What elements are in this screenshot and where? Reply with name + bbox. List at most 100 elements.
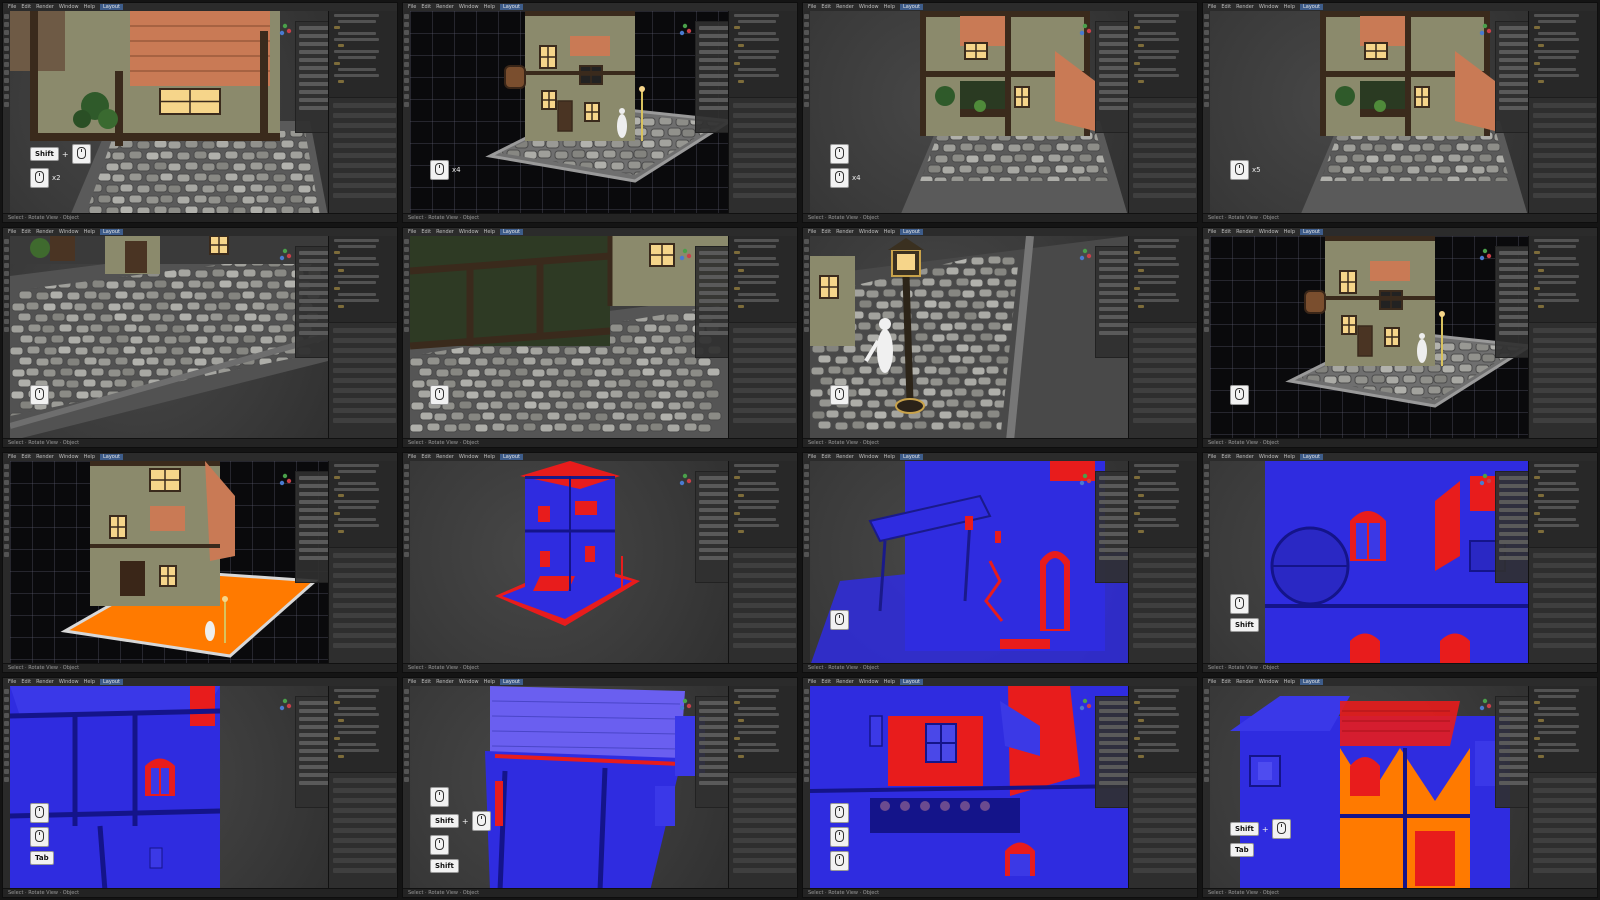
tool-icon[interactable] <box>4 311 9 316</box>
navigation-gizmo-icon[interactable] <box>278 23 292 37</box>
3d-viewport[interactable]: Shift <box>1210 461 1528 664</box>
tool-icon[interactable] <box>804 753 809 758</box>
menu-item-file[interactable]: File <box>1208 679 1216 685</box>
n-panel-sidebar[interactable] <box>295 471 328 583</box>
menu-item-window[interactable]: Window <box>859 454 879 460</box>
menu-item-help[interactable]: Help <box>84 454 95 460</box>
tool-icon[interactable] <box>1204 311 1209 316</box>
tool-icon[interactable] <box>804 255 809 260</box>
menu-item-window[interactable]: Window <box>59 4 79 10</box>
navigation-gizmo-icon[interactable] <box>1078 698 1092 712</box>
tool-icon[interactable] <box>4 78 9 83</box>
menu-item-file[interactable]: File <box>1208 4 1216 10</box>
tool-icon[interactable] <box>804 488 809 493</box>
tool-icon[interactable] <box>804 496 809 501</box>
workspace-tab[interactable]: Layout <box>1300 229 1323 235</box>
tool-icon[interactable] <box>1204 769 1209 774</box>
tool-icon[interactable] <box>1204 54 1209 59</box>
n-panel-sidebar[interactable] <box>1495 246 1528 358</box>
3d-viewport[interactable] <box>1210 236 1528 439</box>
outliner-panel[interactable] <box>328 11 397 97</box>
tool-icon[interactable] <box>804 14 809 19</box>
tool-icon[interactable] <box>804 777 809 782</box>
tool-icon[interactable] <box>1204 528 1209 533</box>
tool-icon[interactable] <box>1204 247 1209 252</box>
tool-icon[interactable] <box>4 544 9 549</box>
tool-icon[interactable] <box>4 255 9 260</box>
navigation-gizmo-icon[interactable] <box>678 248 692 262</box>
navigation-gizmo-icon[interactable] <box>678 23 692 37</box>
menu-item-help[interactable]: Help <box>84 229 95 235</box>
tool-icon[interactable] <box>1204 689 1209 694</box>
tool-icon[interactable] <box>4 769 9 774</box>
outliner-panel[interactable] <box>1128 11 1197 97</box>
tool-icon[interactable] <box>404 295 409 300</box>
tool-icon[interactable] <box>1204 472 1209 477</box>
menu-item-help[interactable]: Help <box>884 679 895 685</box>
tool-icon[interactable] <box>1204 303 1209 308</box>
menu-item-window[interactable]: Window <box>859 229 879 235</box>
tool-icon[interactable] <box>804 536 809 541</box>
menu-item-render[interactable]: Render <box>436 229 454 235</box>
menu-item-render[interactable]: Render <box>836 229 854 235</box>
tool-icon[interactable] <box>404 528 409 533</box>
menu-item-render[interactable]: Render <box>436 4 454 10</box>
tool-icon[interactable] <box>1204 38 1209 43</box>
tool-icon[interactable] <box>4 721 9 726</box>
tool-icon[interactable] <box>1204 512 1209 517</box>
tool-icon[interactable] <box>1204 102 1209 107</box>
properties-panel[interactable] <box>1128 323 1197 439</box>
menu-item-render[interactable]: Render <box>1236 454 1254 460</box>
tool-icon[interactable] <box>1204 705 1209 710</box>
workspace-tab[interactable]: Layout <box>100 679 123 685</box>
menu-item-window[interactable]: Window <box>1259 229 1279 235</box>
tool-icon[interactable] <box>404 705 409 710</box>
outliner-panel[interactable] <box>1128 461 1197 547</box>
menu-item-file[interactable]: File <box>808 679 816 685</box>
menu-item-help[interactable]: Help <box>84 679 95 685</box>
menu-item-render[interactable]: Render <box>1236 4 1254 10</box>
menu-item-render[interactable]: Render <box>1236 679 1254 685</box>
tool-icon[interactable] <box>804 38 809 43</box>
n-panel-sidebar[interactable] <box>1095 696 1128 808</box>
tool-icon[interactable] <box>404 480 409 485</box>
tool-icon[interactable] <box>1204 697 1209 702</box>
tool-icon[interactable] <box>1204 22 1209 27</box>
3d-viewport[interactable] <box>410 461 728 664</box>
outliner-panel[interactable] <box>1528 236 1597 322</box>
workspace-tab[interactable]: Layout <box>900 679 923 685</box>
3d-viewport[interactable]: Shift + Shift <box>410 686 728 889</box>
properties-panel[interactable] <box>1128 773 1197 889</box>
menu-item-render[interactable]: Render <box>836 4 854 10</box>
navigation-gizmo-icon[interactable] <box>1078 248 1092 262</box>
n-panel-sidebar[interactable] <box>695 21 728 133</box>
tool-icon[interactable] <box>4 729 9 734</box>
tool-icon[interactable] <box>404 512 409 517</box>
tool-icon[interactable] <box>404 536 409 541</box>
menu-item-render[interactable]: Render <box>836 679 854 685</box>
tool-icon[interactable] <box>804 78 809 83</box>
tool-icon[interactable] <box>804 102 809 107</box>
tool-icon[interactable] <box>4 488 9 493</box>
menu-item-edit[interactable]: Edit <box>821 679 831 685</box>
n-panel-sidebar[interactable] <box>1095 471 1128 583</box>
tool-icon[interactable] <box>4 319 9 324</box>
menu-item-edit[interactable]: Edit <box>421 454 431 460</box>
tool-icon[interactable] <box>4 753 9 758</box>
menu-item-edit[interactable]: Edit <box>21 4 31 10</box>
menu-item-file[interactable]: File <box>408 454 416 460</box>
navigation-gizmo-icon[interactable] <box>1078 23 1092 37</box>
tool-icon[interactable] <box>4 552 9 557</box>
outliner-panel[interactable] <box>328 236 397 322</box>
menu-item-window[interactable]: Window <box>59 454 79 460</box>
n-panel-sidebar[interactable] <box>295 696 328 808</box>
workspace-tab[interactable]: Layout <box>1300 4 1323 10</box>
tool-icon[interactable] <box>1204 488 1209 493</box>
menu-item-render[interactable]: Render <box>436 679 454 685</box>
properties-panel[interactable] <box>1128 548 1197 664</box>
tool-icon[interactable] <box>804 480 809 485</box>
outliner-panel[interactable] <box>1528 686 1597 772</box>
workspace-tab[interactable]: Layout <box>500 229 523 235</box>
tool-icon[interactable] <box>804 279 809 284</box>
menu-item-window[interactable]: Window <box>459 679 479 685</box>
